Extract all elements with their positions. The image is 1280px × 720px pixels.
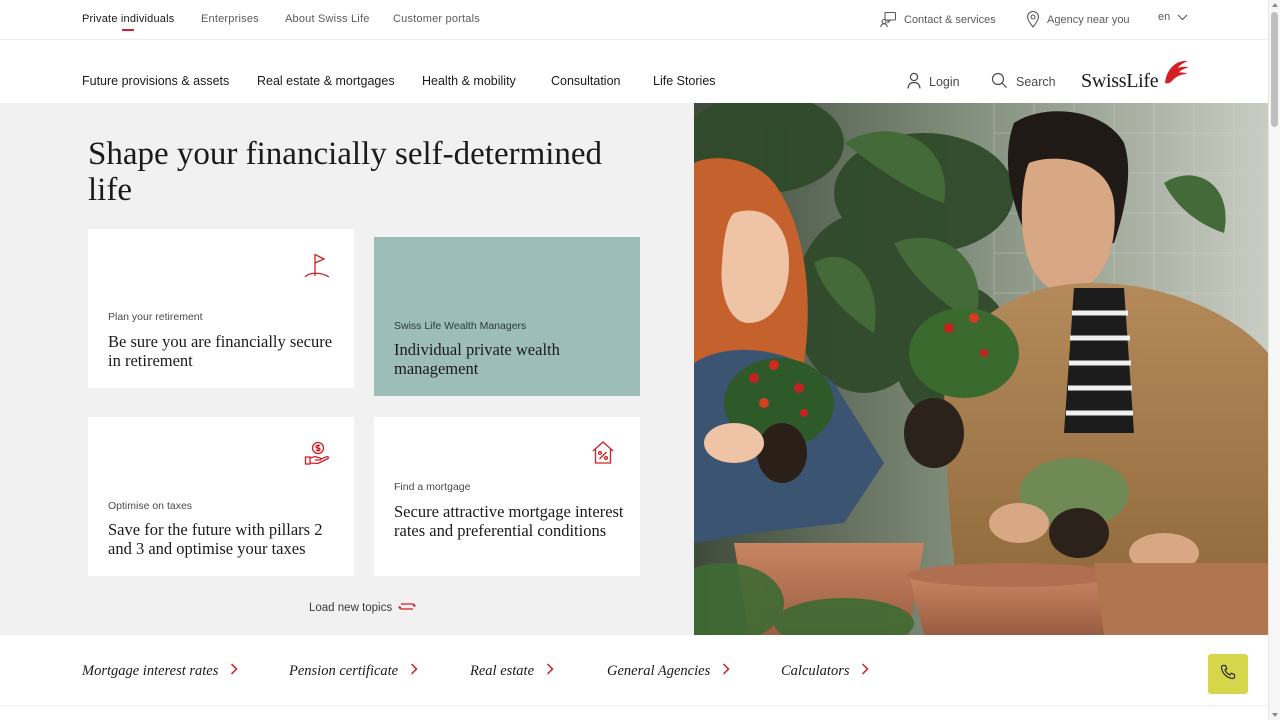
scroll-down-arrow-icon[interactable]	[1272, 713, 1278, 717]
login-label: Login	[929, 75, 960, 89]
chevron-right-icon	[861, 663, 870, 680]
quicklink-label: Pension certificate	[289, 663, 399, 679]
card-headline: Be sure you are financially secure in re…	[108, 332, 333, 370]
refresh-icon	[398, 600, 416, 616]
nav-real-estate-mortgages[interactable]: Real estate & mortgages	[257, 74, 395, 88]
logo-swirl-icon	[1161, 59, 1189, 90]
card-eyebrow: Swiss Life Wealth Managers	[394, 320, 527, 332]
agency-near-you-label: Agency near you	[1047, 13, 1130, 26]
contact-services-label: Contact & services	[904, 13, 996, 26]
chevron-right-icon	[546, 663, 554, 680]
nav-life-stories[interactable]: Life Stories	[653, 74, 716, 88]
card-eyebrow: Optimise on taxes	[108, 500, 193, 512]
card-plan-retirement[interactable]: Plan your retirement Be sure you are fin…	[88, 229, 354, 388]
search-icon	[991, 72, 1008, 92]
house-percent-icon	[591, 440, 615, 471]
nav-future-provisions[interactable]: Future provisions & assets	[82, 74, 229, 88]
call-button[interactable]	[1208, 654, 1248, 694]
language-label: en	[1158, 11, 1171, 23]
top-utility-bar: Private individuals Enterprises About Sw…	[0, 0, 1268, 40]
segment-enterprises[interactable]: Enterprises	[201, 13, 259, 25]
quicklink-real-estate[interactable]: Real estate	[470, 663, 554, 680]
load-new-topics-label: Load new topics	[309, 602, 393, 614]
login-button[interactable]: Login	[907, 72, 960, 92]
card-optimise-taxes[interactable]: Optimise on taxes Save for the future wi…	[88, 417, 354, 576]
hero-photo	[694, 103, 1268, 635]
swiss-life-logo[interactable]: SwissLife	[1081, 59, 1189, 91]
search-label: Search	[1016, 75, 1056, 89]
quicklink-pension-certificate[interactable]: Pension certificate	[289, 663, 418, 680]
language-selector[interactable]: en	[1158, 11, 1188, 23]
nav-consultation[interactable]: Consultation	[551, 74, 621, 88]
money-hand-icon	[304, 441, 330, 472]
card-headline: Save for the future with pillars 2 and 3…	[108, 520, 323, 558]
segment-about-swiss-life[interactable]: About Swiss Life	[285, 13, 370, 25]
scrollbar-thumb[interactable]	[1271, 12, 1278, 127]
chevron-right-icon	[230, 663, 238, 680]
chevron-down-icon	[1177, 14, 1188, 21]
load-new-topics-button[interactable]: Load new topics	[309, 600, 416, 616]
quicklink-label: Mortgage interest rates	[82, 663, 219, 679]
card-wealth-managers[interactable]: Swiss Life Wealth Managers Individual pr…	[374, 237, 640, 396]
card-headline: Individual private wealth management	[394, 340, 560, 378]
chevron-right-icon	[410, 663, 418, 680]
quicklink-mortgage-interest-rates[interactable]: Mortgage interest rates	[82, 663, 238, 680]
active-segment-underline	[122, 29, 134, 31]
chevron-right-icon	[722, 663, 730, 680]
card-eyebrow: Plan your retirement	[108, 311, 203, 323]
hero-title: Shape your financially self-determined l…	[88, 136, 603, 208]
card-eyebrow: Find a mortgage	[394, 481, 471, 493]
flag-icon	[303, 251, 331, 284]
segment-private-individuals[interactable]: Private individuals	[82, 13, 174, 25]
quicklink-label: Calculators	[781, 663, 850, 679]
quicklink-calculators[interactable]: Calculators	[781, 663, 870, 680]
phone-icon	[1220, 664, 1236, 685]
contact-chat-icon	[880, 11, 897, 28]
segment-customer-portals[interactable]: Customer portals	[393, 13, 480, 25]
quicklink-label: General Agencies	[607, 663, 711, 679]
quicklink-general-agencies[interactable]: General Agencies	[607, 663, 730, 680]
agency-near-you-link[interactable]: Agency near you	[1026, 11, 1130, 28]
scroll-up-arrow-icon[interactable]	[1272, 3, 1278, 7]
card-find-mortgage[interactable]: Find a mortgage Secure attractive mortga…	[374, 417, 640, 576]
card-headline: Secure attractive mortgage interest rate…	[394, 502, 624, 540]
location-pin-icon	[1026, 11, 1040, 28]
user-icon	[907, 72, 921, 92]
quicklink-label: Real estate	[470, 663, 535, 679]
page-scrollbar[interactable]	[1268, 0, 1280, 720]
quick-links-bar: Mortgage interest rates Pension certific…	[0, 636, 1268, 706]
search-button[interactable]: Search	[991, 72, 1056, 92]
main-navigation: Future provisions & assets Real estate &…	[0, 40, 1268, 103]
logo-wordmark: SwissLife	[1081, 70, 1159, 92]
nav-health-mobility[interactable]: Health & mobility	[422, 74, 516, 88]
contact-services-link[interactable]: Contact & services	[880, 11, 996, 28]
